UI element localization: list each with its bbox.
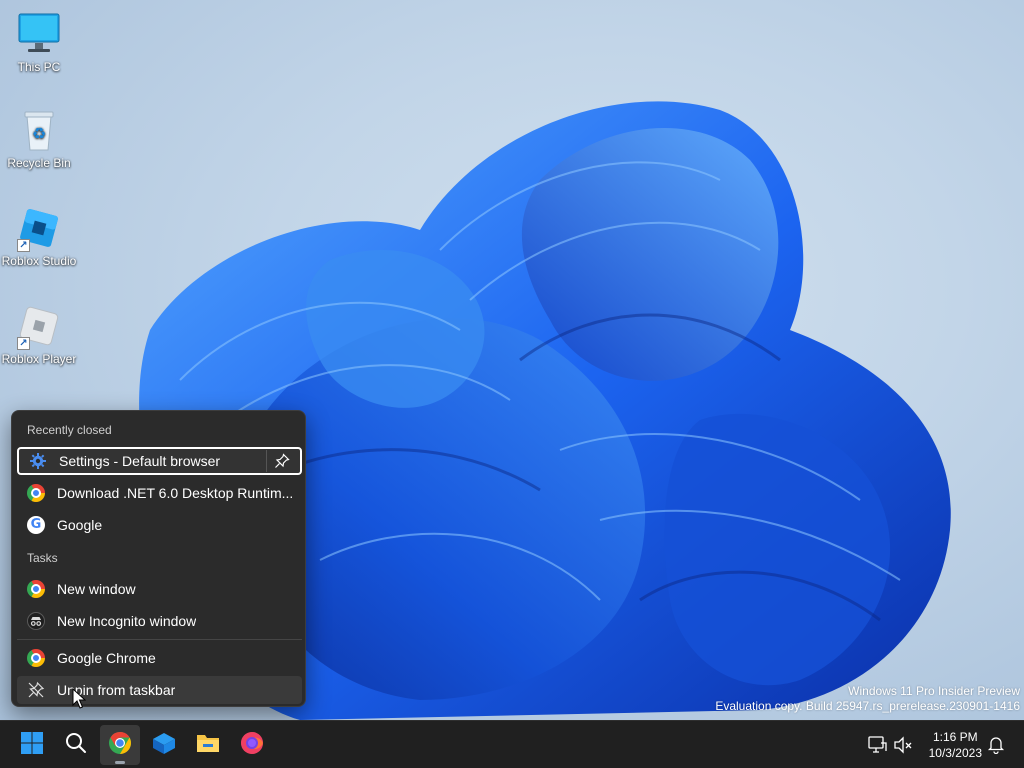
jumplist-separator: [17, 639, 302, 640]
clock-date: 10/3/2023: [928, 746, 982, 760]
roblox-player-icon: ↗: [15, 302, 63, 350]
chrome-icon: [27, 580, 45, 598]
gear-icon: [29, 452, 47, 470]
desktop-icon-roblox-studio[interactable]: ↗ Roblox Studio: [0, 204, 78, 268]
tasks-header: Tasks: [27, 551, 58, 565]
unpin-icon: [27, 681, 45, 699]
desktop-icon-label: Recycle Bin: [7, 156, 71, 170]
recently-closed-header: Recently closed: [27, 423, 112, 437]
recycle-bin-icon: ♻: [15, 106, 63, 154]
network-icon[interactable]: [866, 734, 888, 756]
pin-icon[interactable]: [266, 450, 296, 472]
jumplist-item-download-dotnet[interactable]: Download .NET 6.0 Desktop Runtim...: [17, 479, 302, 507]
watermark-line-2: Evaluation copy. Build 25947.rs_prerelea…: [715, 699, 1020, 713]
jumplist-item-settings-default-browser[interactable]: Settings - Default browser: [17, 447, 302, 475]
evaluation-watermark: Windows 11 Pro Insider Preview Evaluatio…: [715, 684, 1020, 714]
incognito-icon: [27, 612, 45, 630]
system-clock[interactable]: 1:16 PM 10/3/2023: [929, 729, 982, 761]
taskbar-store-box-button[interactable]: [144, 725, 184, 765]
desktop-icon-label: Roblox Studio: [1, 254, 77, 268]
google-icon: G: [27, 516, 45, 534]
jumplist-item-google[interactable]: G Google: [17, 511, 302, 539]
taskbar-firefox-button[interactable]: [232, 725, 272, 765]
bell-icon[interactable]: [986, 734, 1008, 756]
jumplist-item-label: Settings - Default browser: [59, 453, 221, 469]
desktop-icon-roblox-player[interactable]: ↗ Roblox Player: [0, 302, 78, 366]
jumplist-item-unpin-from-taskbar[interactable]: Unpin from taskbar: [17, 676, 302, 704]
desktop-icon-recycle-bin[interactable]: ♻ Recycle Bin: [0, 106, 78, 170]
taskbar-chrome-button[interactable]: [100, 725, 140, 765]
jumplist-item-google-chrome[interactable]: Google Chrome: [17, 644, 302, 672]
shortcut-arrow-icon: ↗: [17, 337, 30, 350]
taskbar: 1:16 PM 10/3/2023: [0, 720, 1024, 768]
store-box-icon: [151, 730, 177, 761]
jumplist-item-label: Google: [57, 517, 103, 533]
monitor-icon: [15, 10, 63, 58]
jumplist-item-label: Google Chrome: [57, 650, 156, 666]
jumplist-item-label: New Incognito window: [57, 613, 197, 629]
chrome-jump-list: Recently closed Settings - Default brows…: [11, 410, 306, 707]
chrome-icon: [108, 731, 132, 760]
desktop-icon-this-pc[interactable]: This PC: [0, 10, 78, 74]
clock-time: 1:16 PM: [932, 730, 978, 744]
desktop-icon-label: Roblox Player: [1, 352, 77, 366]
start-button[interactable]: [12, 725, 52, 765]
jumplist-task-new-incognito-window[interactable]: New Incognito window: [17, 607, 302, 635]
search-icon: [64, 731, 88, 760]
desktop-icon-label: This PC: [17, 60, 61, 74]
chrome-icon: [27, 484, 45, 502]
jumplist-item-label: New window: [57, 581, 136, 597]
shortcut-arrow-icon: ↗: [17, 239, 30, 252]
mouse-cursor: [72, 688, 86, 709]
watermark-line-1: Windows 11 Pro Insider Preview: [848, 684, 1020, 698]
roblox-studio-icon: ↗: [15, 204, 63, 252]
firefox-icon: [239, 730, 265, 761]
jumplist-task-new-window[interactable]: New window: [17, 575, 302, 603]
taskbar-file-explorer-button[interactable]: [188, 725, 228, 765]
start-icon: [20, 731, 44, 760]
search-button[interactable]: [56, 725, 96, 765]
jumplist-item-label: Download .NET 6.0 Desktop Runtim...: [57, 485, 294, 501]
chrome-icon: [27, 649, 45, 667]
volume-muted-icon[interactable]: [892, 734, 914, 756]
file-explorer-icon: [195, 730, 221, 761]
svg-text:♻: ♻: [32, 124, 46, 143]
